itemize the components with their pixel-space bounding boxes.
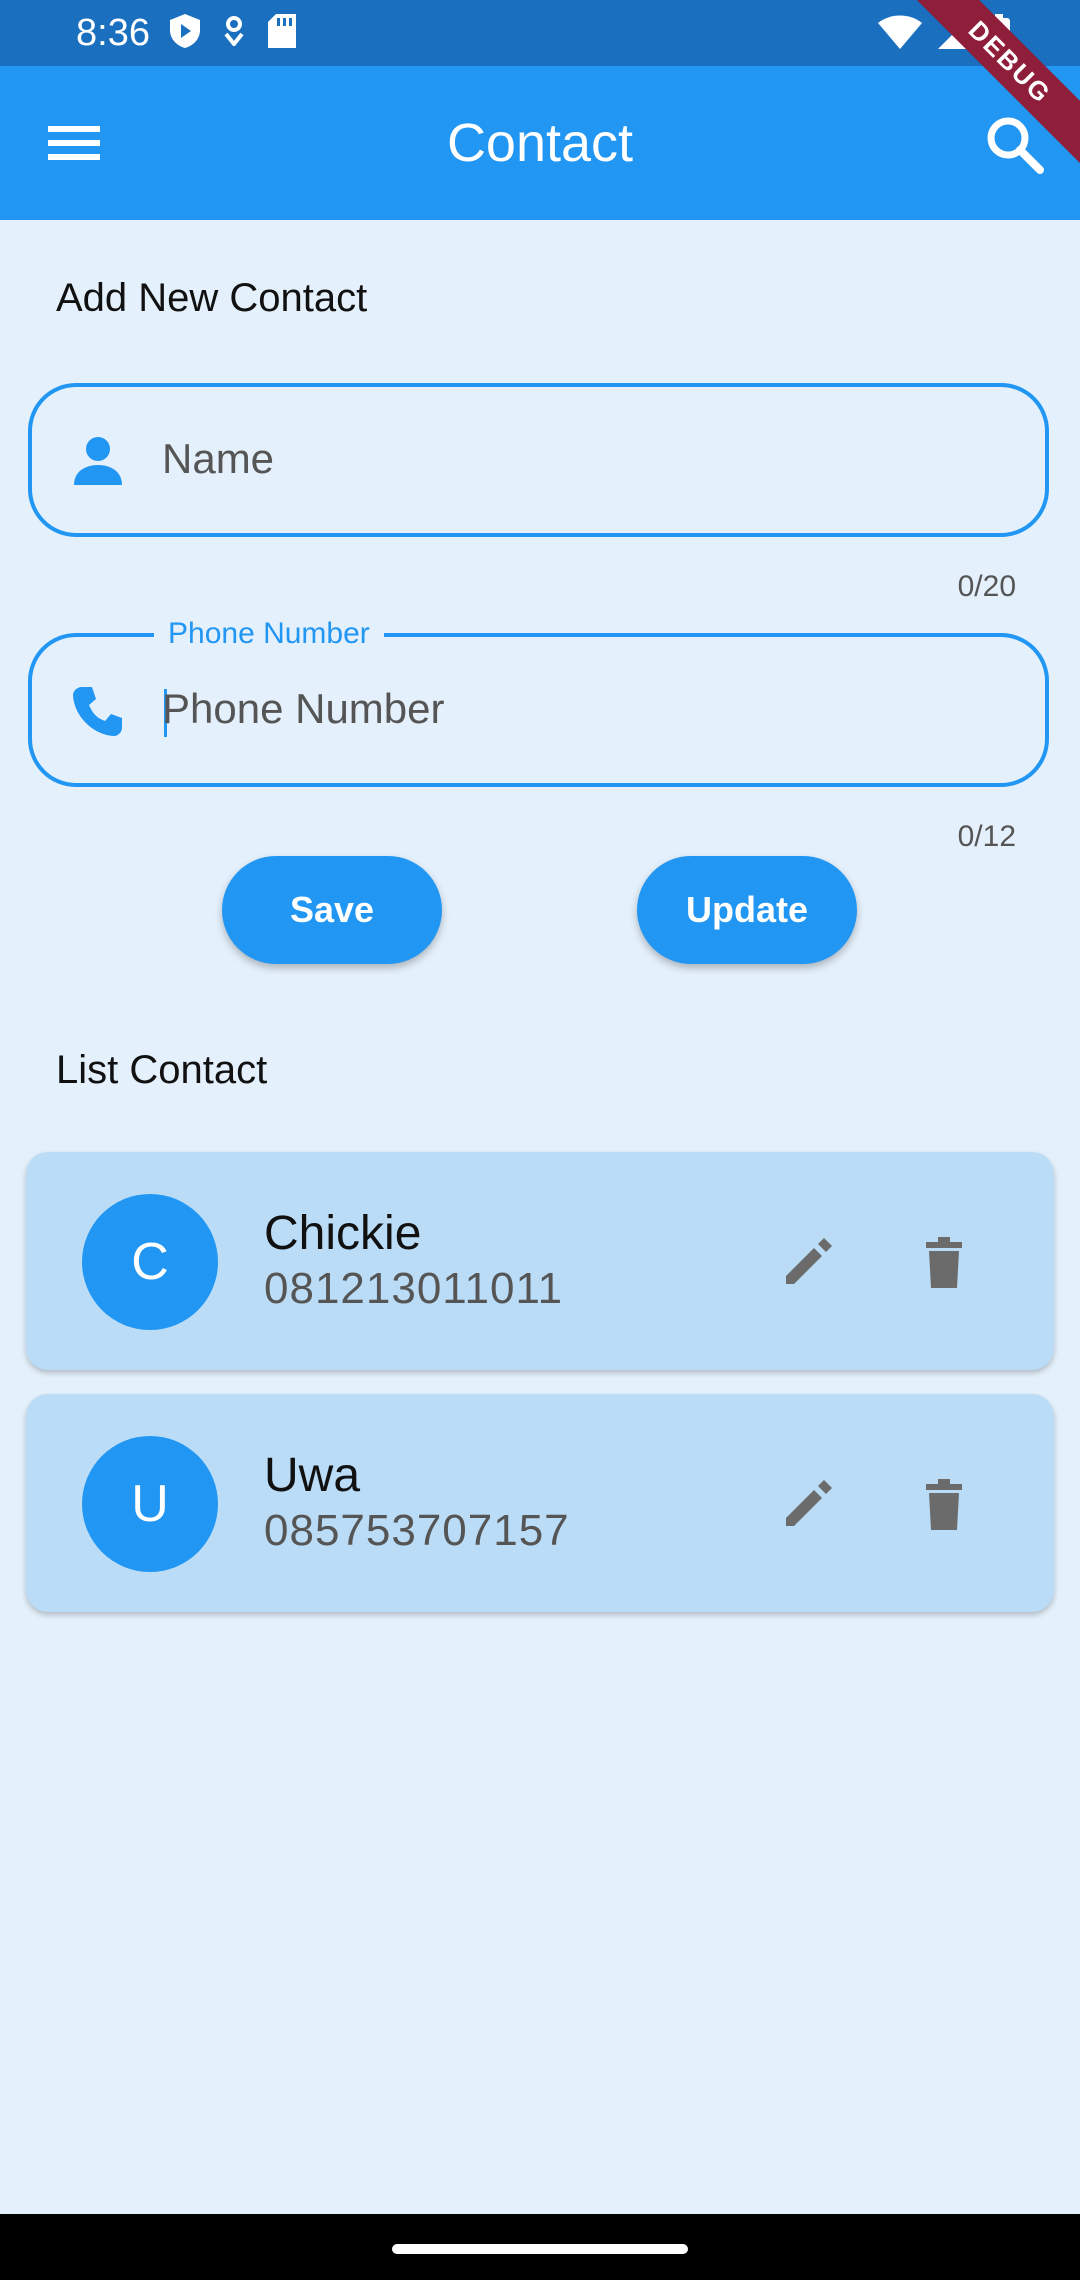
wifi-icon [878,15,922,49]
save-button[interactable]: Save [222,856,442,964]
add-contact-title: Add New Contact [56,276,368,320]
delete-icon[interactable] [914,1474,974,1534]
name-field[interactable]: Name [28,383,1049,537]
status-bar: 8:36 [0,0,1080,66]
delete-icon[interactable] [914,1232,974,1292]
location-icon [224,16,244,46]
name-input-placeholder: Name [162,435,275,482]
status-time: 8:36 [76,12,150,54]
name-counter: 0/20 [957,570,1016,603]
contact-phone: 081213011011 [264,1264,564,1313]
phone-icon [73,687,122,736]
update-button[interactable]: Update [637,856,857,964]
app-bar: Contact [0,66,1080,220]
phone-field-label: Phone Number [154,617,384,651]
contact-card[interactable]: U Uwa 085753707157 [26,1394,1054,1612]
contact-name: Chickie [264,1207,422,1260]
shield-icon [170,14,200,48]
status-left-icons [170,14,296,48]
list-contact-title: List Contact [56,1048,268,1092]
navigation-bar [0,2214,1080,2280]
contact-card[interactable]: C Chickie 081213011011 [26,1152,1054,1370]
phone-input-placeholder: Phone Number [162,685,445,732]
contact-name: Uwa [264,1449,361,1502]
edit-icon[interactable] [778,1232,838,1292]
person-icon [74,437,122,485]
phone-counter: 0/12 [957,820,1016,853]
avatar: U [82,1436,218,1572]
sd-card-icon [268,14,296,48]
avatar: C [82,1194,218,1330]
edit-icon[interactable] [778,1474,838,1534]
phone-field[interactable]: Phone Number Phone Number [28,617,1049,787]
home-indicator[interactable] [392,2244,688,2254]
contact-phone: 085753707157 [264,1506,570,1555]
page-title: Contact [446,113,634,173]
